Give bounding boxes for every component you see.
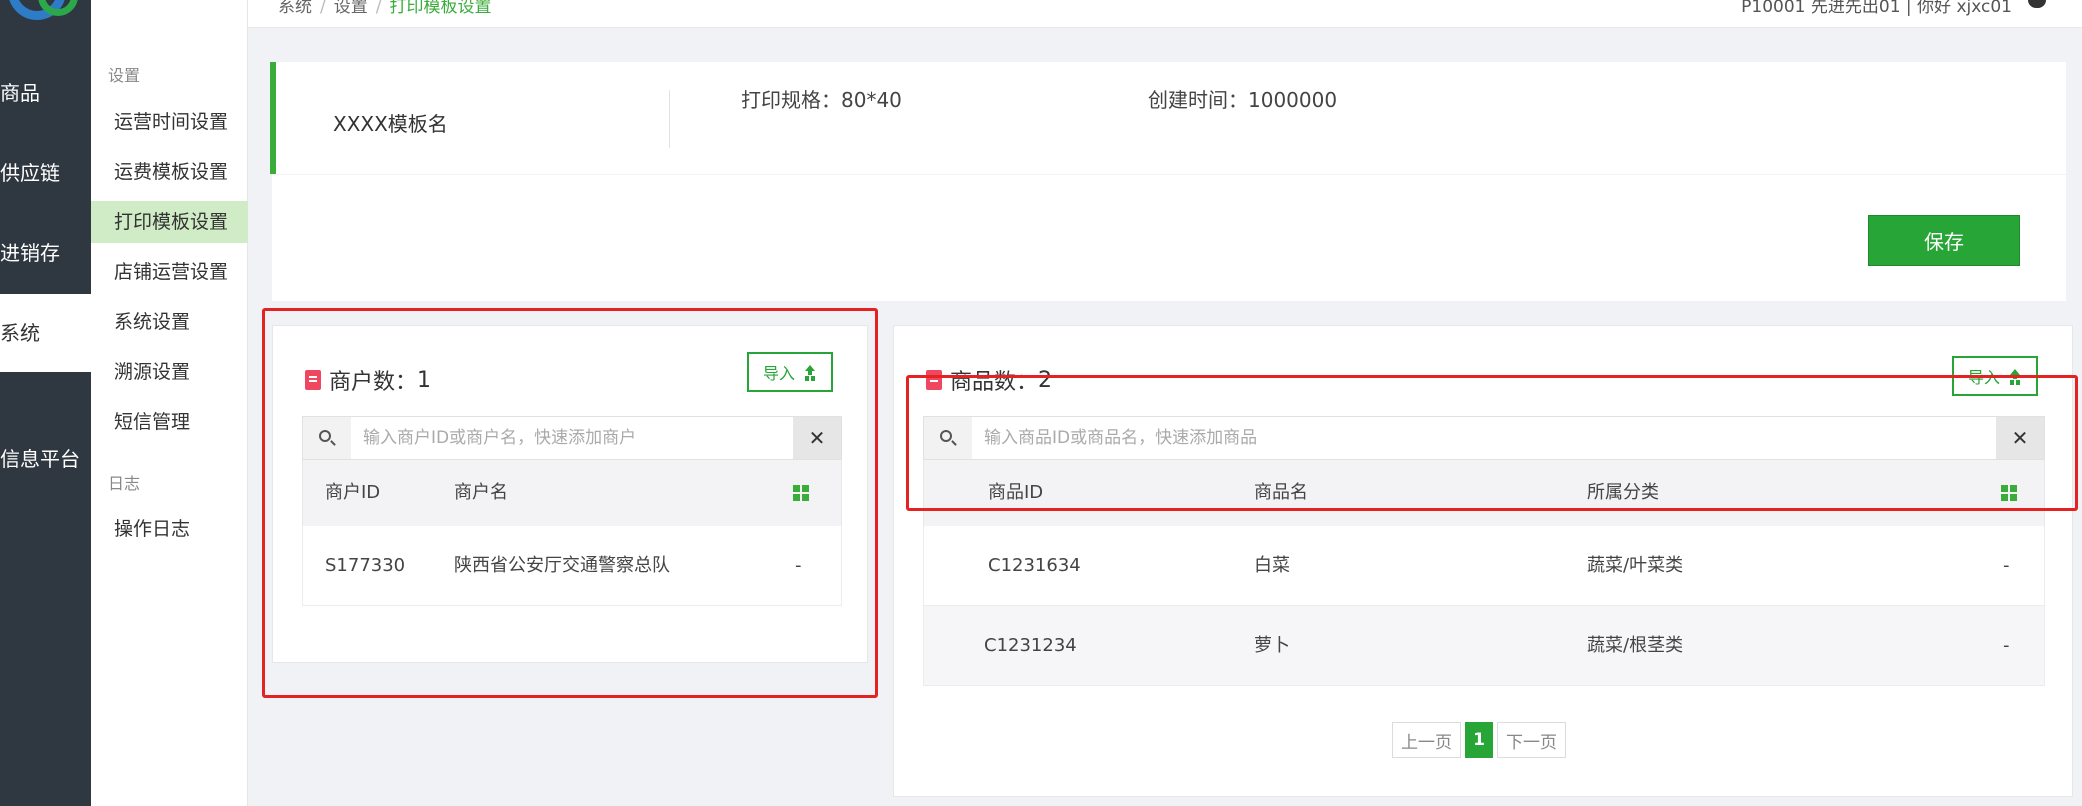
breadcrumb-current: 打印模板设置: [389, 0, 492, 17]
pagination: 上一页 1 下一页: [1392, 722, 1566, 758]
table-row: C1231634 白菜 蔬菜/叶菜类 -: [923, 526, 2045, 606]
receipt-icon: [926, 370, 942, 390]
save-panel: 保存: [272, 175, 2066, 301]
clear-icon[interactable]: ✕: [1996, 417, 2044, 459]
merchant-table-header: 商户ID 商户名: [302, 460, 842, 526]
group-label-logs: 日志: [108, 474, 141, 493]
breadcrumb-separator: /: [320, 0, 326, 17]
product-table-header: 商品ID 商品名 所属分类: [923, 460, 2045, 526]
subnav-item-sms[interactable]: 短信管理: [91, 401, 248, 443]
column-product-name: 商品名: [1254, 482, 1308, 503]
nav-item-system[interactable]: 系统: [0, 294, 91, 372]
nav-item-info-platform[interactable]: 信息平台: [0, 438, 91, 480]
upload-icon: [803, 365, 817, 379]
table-row: S177330 陕西省公安厅交通警察总队 -: [302, 526, 842, 606]
column-category: 所属分类: [1587, 482, 1659, 503]
nav-item-inventory[interactable]: 进销存: [0, 232, 91, 274]
bell-icon[interactable]: [2028, 0, 2046, 8]
product-category-cell: 蔬菜/根茎类: [1587, 635, 1684, 656]
search-icon: [319, 430, 331, 442]
created-time-label: 创建时间：: [1148, 88, 1248, 112]
main-sidebar: 商品 供应链 进销存 系统 信息平台: [0, 0, 91, 806]
print-spec: 打印规格：80*40: [741, 84, 902, 113]
header-divider: [669, 90, 670, 148]
product-count-title: 商品数： 2: [926, 364, 1052, 396]
receipt-icon: [305, 370, 321, 390]
product-name-cell: 白菜: [1254, 555, 1290, 576]
column-settings-icon[interactable]: [793, 485, 809, 501]
print-spec-value: 80*40: [841, 88, 902, 112]
subnav-item-operation-log[interactable]: 操作日志: [91, 508, 248, 550]
prev-page-button[interactable]: 上一页: [1392, 722, 1461, 758]
row-action-cell[interactable]: -: [2003, 606, 2010, 686]
row-action-cell[interactable]: -: [2003, 526, 2010, 606]
column-merchant-id: 商户ID: [325, 482, 381, 503]
breadcrumb-separator: /: [375, 0, 382, 17]
product-import-button[interactable]: 导入: [1952, 356, 2038, 396]
subnav-item-shipping-template[interactable]: 运费模板设置: [91, 151, 248, 193]
search-icon: [940, 430, 952, 442]
product-search-input[interactable]: [972, 417, 1998, 459]
save-button[interactable]: 保存: [1868, 215, 2020, 266]
upload-icon: [2008, 369, 2022, 383]
group-label-settings: 设置: [108, 66, 141, 85]
template-header: XXXX模板名 打印规格：80*40 创建时间：1000000: [270, 62, 2066, 174]
settings-sidebar: 设置 运营时间设置 运费模板设置 打印模板设置 店铺运营设置 系统设置 溯源设置…: [91, 0, 248, 806]
merchant-search-input[interactable]: [351, 417, 795, 459]
column-merchant-name: 商户名: [454, 482, 508, 503]
breadcrumb-system[interactable]: 系统: [278, 0, 312, 17]
subnav-item-system-settings[interactable]: 系统设置: [91, 301, 248, 343]
template-name: XXXX模板名: [333, 112, 448, 136]
top-bar: 系统 / 设置 / 打印模板设置 P10001 先进先出01 | 你好 xjxc01: [248, 0, 2082, 28]
search-icon-box: [303, 417, 351, 459]
merchant-count-value: 1: [417, 367, 432, 393]
merchant-count-label: 商户数：: [329, 370, 418, 395]
next-page-button[interactable]: 下一页: [1497, 722, 1566, 758]
import-label: 导入: [1967, 368, 2000, 387]
breadcrumb-settings[interactable]: 设置: [334, 0, 368, 17]
product-id-cell: C1231634: [988, 555, 1081, 576]
merchant-name-cell: 陕西省公安厅交通警察总队: [454, 555, 670, 576]
merchant-panel: 商户数：1 导入 ✕ 商户ID 商户名 S177330 陕西省公安厅交通警察总队…: [272, 325, 868, 663]
column-product-id: 商品ID: [988, 482, 1044, 503]
subnav-item-store-operation[interactable]: 店铺运营设置: [91, 251, 248, 293]
breadcrumb: 系统 / 设置 / 打印模板设置: [278, 0, 491, 17]
created-time-value: 1000000: [1248, 88, 1338, 112]
subnav-item-traceability[interactable]: 溯源设置: [91, 351, 248, 393]
page-1-button[interactable]: 1: [1465, 722, 1493, 758]
user-info[interactable]: P10001 先进先出01 | 你好 xjxc01: [1741, 0, 2012, 17]
merchant-id-cell: S177330: [325, 555, 406, 576]
import-label: 导入: [762, 364, 795, 383]
subnav-item-print-template[interactable]: 打印模板设置: [91, 201, 248, 243]
created-time: 创建时间：1000000: [1148, 84, 1337, 113]
clear-icon[interactable]: ✕: [793, 417, 841, 459]
merchant-import-button[interactable]: 导入: [747, 352, 833, 392]
product-name-cell: 萝卜: [1254, 635, 1290, 656]
product-category-cell: 蔬菜/叶菜类: [1587, 555, 1684, 576]
nav-item-goods[interactable]: 商品: [0, 72, 91, 114]
nav-item-supply-chain[interactable]: 供应链: [0, 152, 91, 194]
product-id-cell: C1231234: [984, 635, 1077, 656]
print-spec-label: 打印规格：: [741, 88, 841, 112]
product-count-value: 2: [1038, 367, 1053, 393]
search-icon-box: [924, 417, 972, 459]
logo-icon: [0, 0, 91, 26]
subnav-item-operating-hours[interactable]: 运营时间设置: [91, 101, 248, 143]
merchant-count-title: 商户数： 1: [305, 364, 431, 396]
product-search: ✕: [923, 416, 2045, 460]
product-count-label: 商品数：: [950, 370, 1039, 395]
column-settings-icon[interactable]: [2001, 485, 2017, 501]
row-action-cell[interactable]: -: [795, 526, 802, 606]
merchant-search: ✕: [302, 416, 842, 460]
table-row: C1231234 萝卜 蔬菜/根茎类 -: [923, 606, 2045, 686]
